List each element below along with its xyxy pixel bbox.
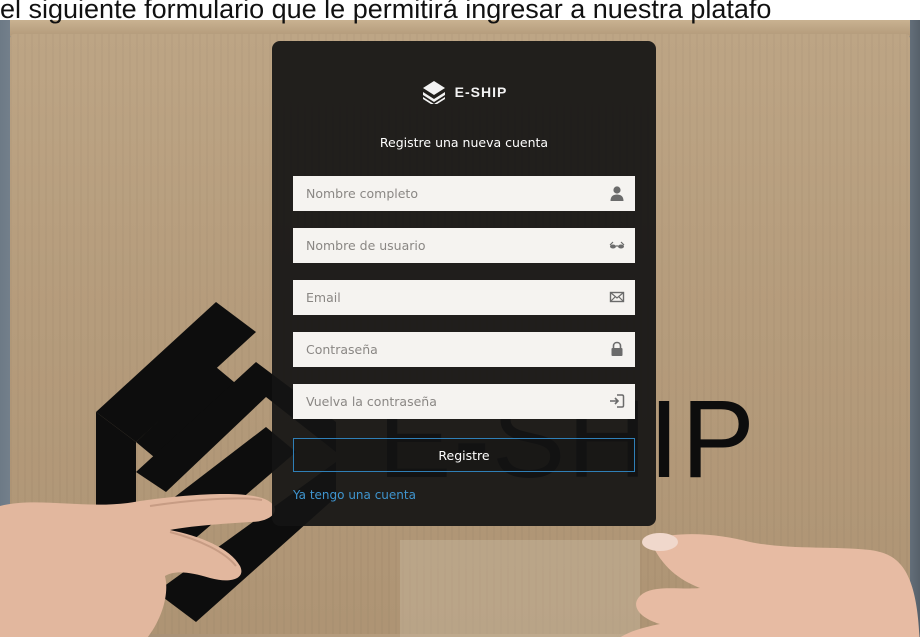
username-input[interactable] bbox=[293, 228, 606, 263]
email-input[interactable] bbox=[293, 280, 606, 315]
brand-name: E-SHIP bbox=[454, 84, 508, 100]
email-field[interactable] bbox=[293, 280, 635, 315]
form-title: Registre una nueva cuenta bbox=[379, 135, 549, 150]
brand-header: E-SHIP bbox=[272, 77, 656, 107]
password-input[interactable] bbox=[293, 332, 606, 367]
user-icon bbox=[610, 186, 624, 201]
envelope-icon bbox=[609, 291, 625, 303]
register-button[interactable]: Registre bbox=[293, 438, 635, 472]
confirm-password-input[interactable] bbox=[293, 384, 606, 419]
top-caption-text: el siguiente formulario que le permitirá… bbox=[0, 0, 772, 24]
page: el siguiente formulario que le permitirá… bbox=[0, 0, 920, 637]
right-hand-image bbox=[620, 533, 920, 637]
have-account-link[interactable]: Ya tengo una cuenta bbox=[293, 488, 416, 502]
username-field[interactable] bbox=[293, 228, 635, 263]
brand-logo-icon bbox=[422, 81, 445, 104]
confirm-password-field[interactable] bbox=[293, 384, 635, 419]
glasses-icon bbox=[609, 241, 625, 249]
full-name-field[interactable] bbox=[293, 176, 635, 211]
sign-in-icon bbox=[610, 394, 625, 408]
register-card: E-SHIP Registre una nueva cuenta Nombre … bbox=[272, 41, 656, 526]
lock-icon bbox=[611, 341, 623, 356]
full-name-input[interactable] bbox=[293, 176, 606, 211]
left-hand-image bbox=[0, 494, 275, 637]
password-field[interactable] bbox=[293, 332, 635, 367]
